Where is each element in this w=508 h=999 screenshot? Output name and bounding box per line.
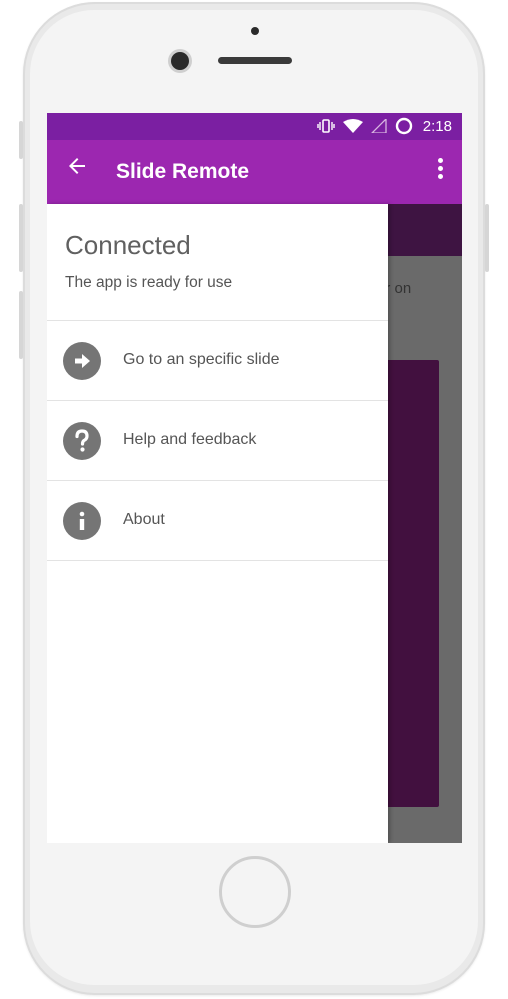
status-time: 2:18 [422, 118, 452, 135]
more-vert-icon[interactable] [436, 158, 444, 182]
connection-status-title: Connected [65, 230, 191, 260]
signal-icon [370, 116, 387, 135]
navigation-drawer: Connected The app is ready for use Go to… [47, 204, 388, 843]
arrow-forward-circle-icon [63, 342, 101, 380]
menu-item-label: About [123, 511, 165, 528]
vibrate-icon [317, 118, 335, 135]
phone-volume-up-button [19, 204, 23, 272]
phone-volume-down-button [19, 291, 23, 359]
menu-item-label: Go to an specific slide [123, 351, 280, 368]
wifi-icon [342, 118, 363, 135]
help-circle-icon [63, 422, 101, 460]
info-circle-icon [63, 502, 101, 540]
phone-side-button [19, 121, 23, 159]
phone-camera [171, 52, 189, 70]
phone-power-button [485, 204, 489, 272]
phone-speaker [218, 57, 292, 64]
phone-screen: 2:18 Slide Remote er on Connected The ap… [47, 113, 462, 843]
menu-item-about[interactable]: About [47, 481, 388, 561]
menu-item-label: Help and feedback [123, 431, 257, 448]
phone-sensor [251, 27, 259, 35]
drawer-header: Connected The app is ready for use [47, 204, 388, 321]
app-bar: Slide Remote [47, 140, 462, 204]
status-bar: 2:18 [47, 113, 462, 140]
app-title: Slide Remote [116, 160, 250, 183]
arrow-back-icon[interactable] [65, 154, 93, 182]
menu-item-help-feedback[interactable]: Help and feedback [47, 401, 388, 481]
menu-item-go-to-slide[interactable]: Go to an specific slide [47, 321, 388, 401]
connection-status-subtitle: The app is ready for use [65, 274, 233, 291]
circle-icon [395, 117, 413, 137]
phone-home-button[interactable] [219, 856, 291, 928]
